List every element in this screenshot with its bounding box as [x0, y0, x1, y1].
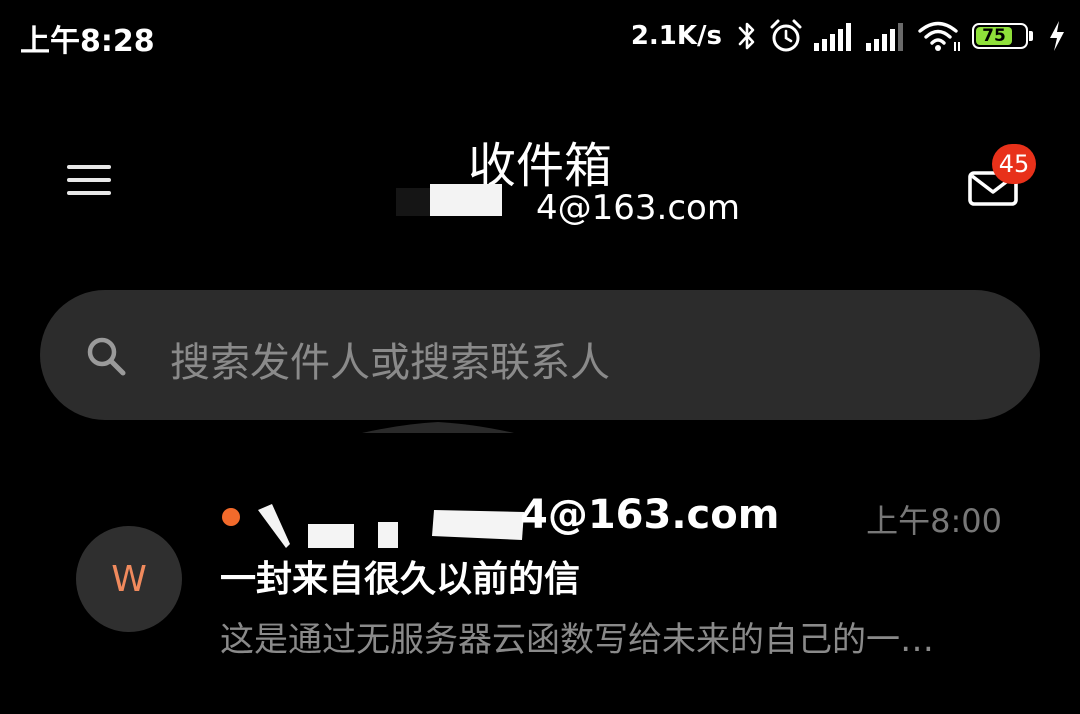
- charging-icon: [1048, 20, 1066, 52]
- redaction-mark: [258, 504, 524, 548]
- battery-icon: 75: [972, 21, 1038, 51]
- bluetooth-icon: [736, 19, 758, 53]
- search-icon: [84, 334, 128, 378]
- page-title: 收件箱: [467, 138, 612, 194]
- account-switcher[interactable]: 4@163.com: [396, 184, 816, 236]
- signal-icon: [866, 21, 908, 51]
- avatar: W: [76, 526, 182, 632]
- wifi-icon: [918, 20, 962, 52]
- battery-level: 75: [976, 26, 1012, 46]
- status-time: 上午8:28: [20, 24, 155, 59]
- network-speed: 2.1K/s: [630, 21, 722, 51]
- message-time: 上午8:00: [866, 502, 1002, 540]
- message-preview: 这是通过无服务器云函数写给未来的自己的一…: [220, 620, 934, 660]
- list-item[interactable]: W 4@163.com 上午8:00 一封来自很久以前的信 这是通过无服务器云函…: [0, 478, 1080, 668]
- signal-icon: [814, 21, 856, 51]
- unread-dot: [222, 508, 240, 526]
- message-subject: 一封来自很久以前的信: [220, 559, 581, 600]
- status-indicators: 2.1K/s 75: [631, 12, 1066, 60]
- unread-count-badge: 45: [992, 144, 1036, 184]
- status-bar: 上午8:28 2.1K/s 75: [0, 0, 1080, 76]
- account-email: 4@163.com: [536, 188, 740, 228]
- pull-refresh-indicator: [362, 422, 514, 433]
- sender-name: 4@163.com: [520, 492, 780, 538]
- alarm-icon: [768, 18, 804, 54]
- search-input[interactable]: 搜索发件人或搜索联系人: [170, 330, 610, 388]
- redaction-mark: [430, 184, 502, 216]
- redaction-mark: [396, 188, 430, 216]
